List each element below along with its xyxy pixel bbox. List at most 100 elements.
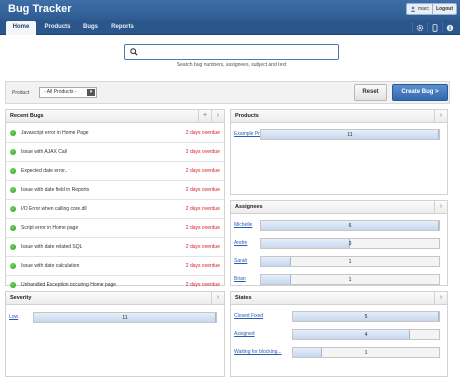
severity-more-button[interactable]: › (211, 292, 224, 304)
product-select-value: - All Products - (44, 89, 77, 95)
products-bar-value: 11 (347, 132, 353, 138)
bug-row[interactable]: Script error in Home page 2 days overdue (6, 219, 224, 238)
bug-title[interactable]: Issue with date related SQL (21, 244, 82, 250)
states-bar-label[interactable]: Assigned (234, 331, 255, 337)
states-bar-track: 4 (292, 329, 440, 340)
product-select[interactable]: - All Products - ▾ (39, 87, 97, 98)
assignees-bar-value: 1 (348, 259, 352, 265)
due-status: 2 days overdue (185, 225, 220, 231)
nav-bar: Home Products Bugs Reports (0, 20, 460, 35)
recent-bugs-more-button[interactable]: › (211, 110, 224, 122)
assignees-bar-track: 3 (260, 238, 440, 249)
assignees-bar-track: 1 (260, 274, 440, 285)
bug-title[interactable]: Issue with date field in Reports (21, 187, 89, 193)
assignees-bar-label[interactable]: Sarah (234, 258, 247, 264)
bug-title[interactable]: Issue with date calculation (21, 263, 79, 269)
status-dot-icon (10, 206, 16, 212)
severity-panel: Severity › Low 11 (5, 291, 225, 377)
assignees-more-button[interactable]: › (434, 201, 447, 213)
search-input[interactable] (141, 47, 331, 57)
bug-row[interactable]: Issue with date field in Reports 2 days o… (6, 181, 224, 200)
logout-button[interactable]: Logout (433, 6, 456, 12)
bug-row[interactable]: I/O Error when calling core.dll 2 days ov… (6, 200, 224, 219)
reset-button[interactable]: Reset (354, 84, 387, 101)
filter-bar: Product - All Products - ▾ Reset Create … (5, 81, 450, 104)
assignees-bar-track: 6 (260, 220, 440, 231)
severity-header: Severity › (6, 292, 224, 305)
states-title: States (235, 295, 252, 301)
due-status: 2 days overdue (185, 263, 220, 269)
status-dot-icon (10, 244, 16, 250)
user-menu[interactable]: marc (407, 4, 434, 14)
recent-bugs-title: Recent Bugs (10, 113, 44, 119)
bug-row[interactable]: Issue with AJAX Call 2 days overdue (6, 143, 224, 162)
recent-bugs-header: Recent Bugs + › (6, 110, 224, 123)
bug-row[interactable]: Expected date error.. 2 days overdue (6, 162, 224, 181)
states-bar-label[interactable]: Waiting for blocking... (234, 349, 282, 355)
assignees-panel: Assignees › Michelle 6 Andre 3 Sarah 1 Brian 1 (230, 200, 448, 286)
tab-bugs[interactable]: Bugs (78, 21, 103, 35)
assignees-header: Assignees › (231, 201, 447, 214)
states-bar-row: Waiting for blocking... 1 (234, 347, 444, 358)
app-title: Bug Tracker (8, 3, 72, 15)
bug-title[interactable]: Expected date error.. (21, 168, 67, 174)
states-panel: States › Closed Fixed 5 Assigned 4 Waiting f… (230, 291, 448, 377)
product-filter-label: Product (12, 90, 30, 96)
states-bar-track: 5 (292, 311, 440, 322)
status-dot-icon (10, 168, 16, 174)
bug-title[interactable]: Script error in Home page (21, 225, 78, 231)
assignees-bar-row: Michelle 6 (234, 220, 444, 231)
products-bar-row: Example Product 11 (234, 129, 444, 140)
products-title: Products (235, 113, 259, 119)
assignees-bar-label[interactable]: Andre (234, 240, 247, 246)
due-status: 2 days overdue (185, 168, 220, 174)
assignees-bar-label[interactable]: Brian (234, 276, 246, 282)
chevron-right-icon: › (439, 294, 443, 301)
create-bug-button[interactable]: Create Bug > (392, 84, 448, 101)
status-dot-icon (10, 130, 16, 136)
chevron-right-icon: › (439, 112, 443, 119)
states-bar-label[interactable]: Closed Fixed (234, 313, 263, 319)
tab-home[interactable]: Home (6, 21, 36, 35)
plus-icon: + (202, 112, 208, 119)
help-button[interactable] (442, 22, 456, 33)
states-more-button[interactable]: › (434, 292, 447, 304)
assignees-bar-row: Andre 3 (234, 238, 444, 249)
tab-products[interactable]: Products (40, 21, 75, 35)
bug-title[interactable]: I/O Error when calling core.dll (21, 206, 87, 212)
assignees-bar-track: 1 (260, 256, 440, 267)
due-status: 2 days overdue (185, 206, 220, 212)
bug-title[interactable]: Issue with AJAX Call (21, 149, 67, 155)
states-bar-value: 4 (364, 332, 368, 338)
settings-button[interactable] (412, 22, 426, 33)
products-more-button[interactable]: › (434, 110, 447, 122)
tab-reports[interactable]: Reports (106, 21, 139, 35)
info-icon (446, 24, 453, 31)
products-panel: Products › Example Product 11 (230, 109, 448, 195)
states-bar-value: 1 (364, 350, 368, 356)
due-status: 2 days overdue (185, 282, 220, 288)
bug-row[interactable]: Issue with date related SQL 2 days overdu… (6, 238, 224, 257)
mobile-icon (432, 23, 437, 32)
top-bar: Bug Tracker marc Logout (0, 0, 460, 20)
add-bug-button[interactable]: + (198, 110, 211, 122)
gear-icon (416, 24, 423, 31)
products-header: Products › (231, 110, 447, 123)
states-bar-row: Closed Fixed 5 (234, 311, 444, 322)
products-bar-track: 11 (260, 129, 440, 140)
search-icon (130, 48, 138, 56)
assignees-bar-label[interactable]: Michelle (234, 222, 252, 228)
states-header: States › (231, 292, 447, 305)
severity-bar-label[interactable]: Low (9, 314, 18, 320)
bug-title[interactable]: Javascript error in Home Page (21, 130, 89, 136)
bug-row[interactable]: Issue with date calculation 2 days overdu… (6, 257, 224, 276)
bug-row[interactable]: Javascript error in Home Page 2 days over… (6, 124, 224, 143)
chevron-right-icon: › (439, 203, 443, 210)
states-bar-track: 1 (292, 347, 440, 358)
due-status: 2 days overdue (185, 149, 220, 155)
mobile-button[interactable] (427, 22, 441, 33)
assignees-bar-row: Brian 1 (234, 274, 444, 285)
states-bar-row: Assigned 4 (234, 329, 444, 340)
bug-title[interactable]: Unhandled Exception occuring Home page (21, 282, 116, 288)
states-bar-value: 5 (364, 314, 368, 320)
